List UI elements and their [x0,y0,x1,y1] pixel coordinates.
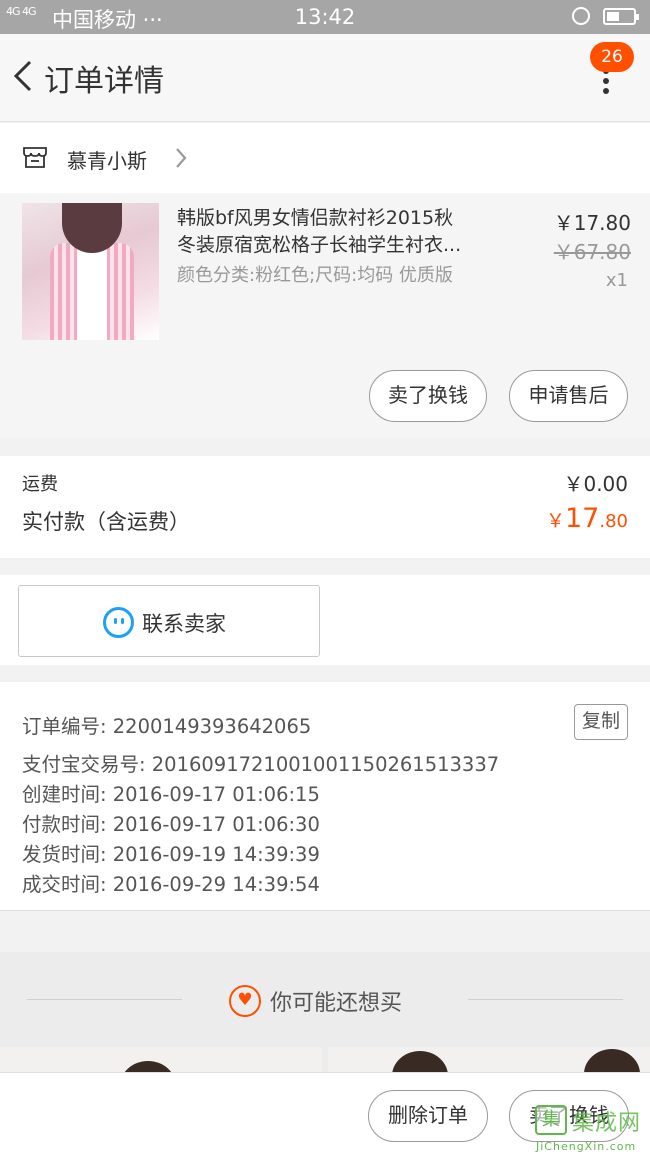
back-arrow-icon[interactable] [10,58,38,94]
paid-amount-value: ￥17.80 [545,503,628,534]
product-title: 韩版bf风男女情侣款衬衫2015秋 冬装原宿宽松格子长袖学生衬衣... [177,207,462,256]
copy-button[interactable]: 复制 [574,704,628,740]
watermark: 集 集成网 JiChengXin.com [532,1102,650,1155]
recommend-header: ♥ 你可能还想买 [0,952,650,1047]
delete-order-button[interactable]: 删除订单 [368,1090,488,1142]
order-number: 订单编号: 2200149393642065 [22,715,312,738]
shop-name: 慕青小斯 [67,149,147,173]
clock: 13:42 [294,5,356,29]
order-info-section: 订单编号: 2200149393642065 复制 支付宝交易号: 201609… [0,682,650,911]
shipping-value: ￥0.00 [563,472,628,496]
contact-seller-button[interactable]: 联系卖家 [18,585,320,657]
paid-amount-label: 实付款（含运费） [22,510,190,534]
completed-time: 成交时间: 2016-09-29 14:39:54 [22,873,320,896]
store-icon [23,147,47,168]
shop-row[interactable]: 慕青小斯 [0,123,650,193]
nav-bar: 订单详情 26 [0,34,650,122]
contact-section: 联系卖家 [0,575,650,665]
apply-after-sale-button[interactable]: 申请售后 [509,370,628,422]
watermark-brand: 集成网 [572,1111,642,1136]
chevron-right-icon [176,148,187,168]
fee-section: 运费 ￥0.00 实付款（含运费） ￥17.80 [0,456,650,558]
alarm-icon [572,7,590,25]
watermark-url: JiChengXin.com [536,1140,637,1153]
divider [27,999,182,1000]
watermark-logo: 集 [535,1105,567,1135]
alipay-trade-number: 支付宝交易号: 2016091721001001150261513337 [22,753,500,776]
notification-badge: 26 [590,42,634,72]
chat-face-icon [103,607,134,638]
page-title: 订单详情 [44,64,164,99]
shipped-time: 发货时间: 2016-09-19 14:39:39 [22,843,320,866]
shipping-label: 运费 [22,474,58,495]
product-price: ￥17.80 [553,211,631,235]
contact-seller-label: 联系卖家 [142,612,226,636]
original-price: ￥67.80 [553,240,631,264]
divider [468,999,623,1000]
heart-icon: ♥ [229,985,261,1017]
order-item[interactable]: 韩版bf风男女情侣款衬衫2015秋 冬装原宿宽松格子长袖学生衬衣... 颜色分类… [0,193,650,437]
recommend-label: 你可能还想买 [270,991,403,1016]
sell-for-cash-button[interactable]: 卖了换钱 [369,370,487,422]
product-quantity: x1 [605,270,628,291]
battery-icon [603,8,639,25]
product-thumbnail[interactable] [22,203,159,340]
paid-time: 付款时间: 2016-09-17 01:06:30 [22,813,320,836]
status-bar: 4G 4G 中国移动 ··· 13:42 [0,0,650,34]
product-spec: 颜色分类:粉红色;尺码:均码 优质版 [177,265,453,286]
created-time: 创建时间: 2016-09-17 01:06:15 [22,783,320,806]
